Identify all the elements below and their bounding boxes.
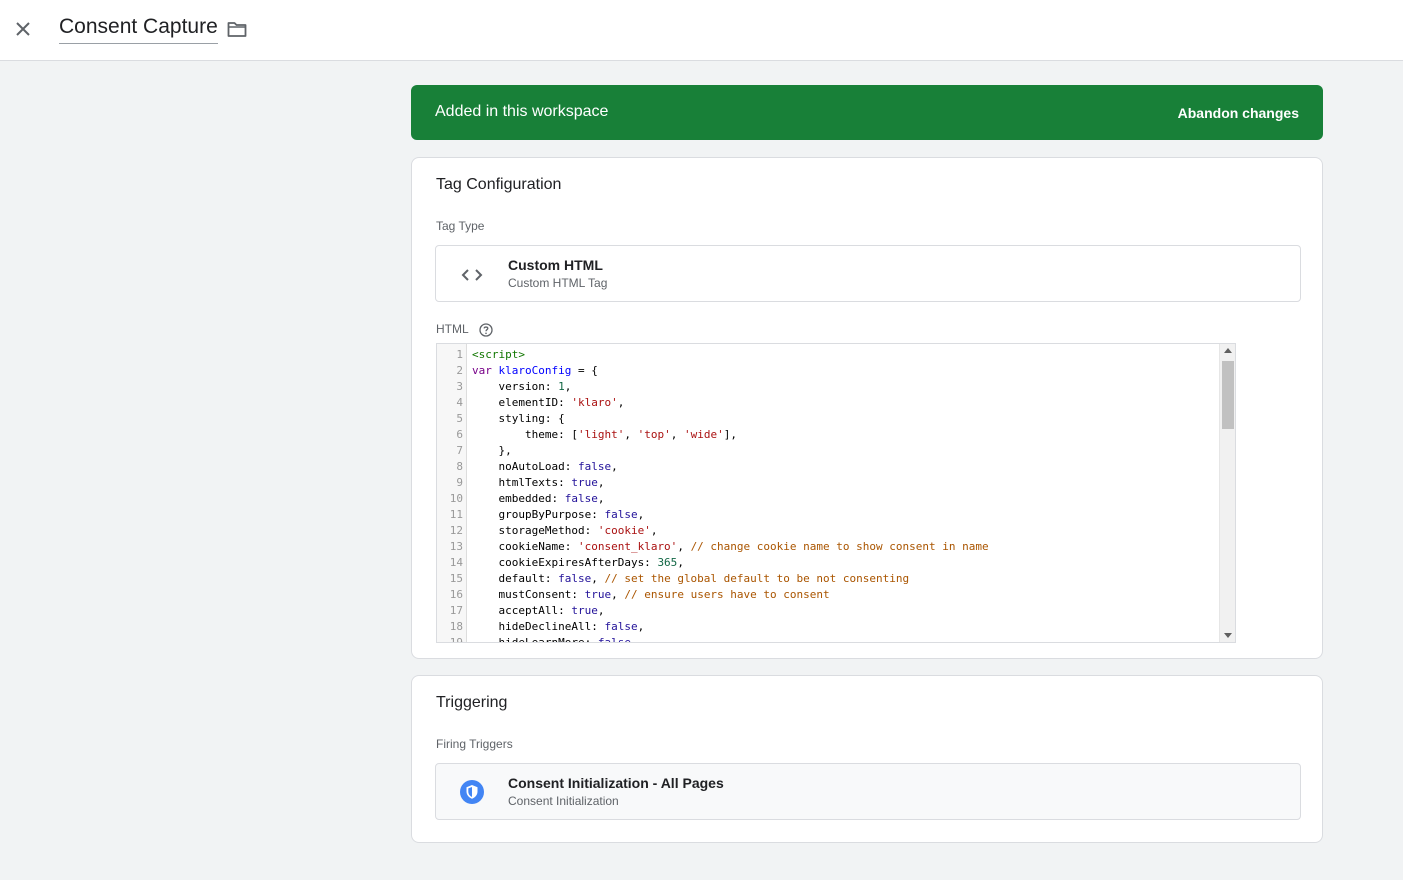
help-icon[interactable] xyxy=(479,323,493,337)
trigger-name: Consent Initialization - All Pages xyxy=(508,775,724,791)
line-number: 5 xyxy=(456,412,463,425)
line-number: 1 xyxy=(456,348,463,361)
editor-scrollbar[interactable] xyxy=(1219,344,1235,642)
code-line: groupByPurpose: false, xyxy=(472,508,645,521)
tag-type-label: Tag Type xyxy=(436,219,485,233)
shield-icon xyxy=(460,780,484,804)
trigger-subtitle: Consent Initialization xyxy=(508,794,619,808)
workspace-status-text: Added in this workspace xyxy=(435,103,609,120)
code-line: hideLearnMore: false, xyxy=(472,636,638,643)
trigger-item[interactable]: Consent Initialization - All Pages Conse… xyxy=(435,763,1301,820)
line-number: 18 xyxy=(449,620,463,633)
scroll-down-arrow-icon[interactable] xyxy=(1224,633,1232,638)
page-title[interactable]: Consent Capture xyxy=(59,15,218,44)
line-number: 11 xyxy=(449,508,463,521)
code-line: cookieExpiresAfterDays: 365, xyxy=(472,556,684,569)
code-line: }, xyxy=(472,444,512,457)
tag-type-selector[interactable]: Custom HTML Custom HTML Tag xyxy=(435,245,1301,302)
firing-triggers-label: Firing Triggers xyxy=(436,737,513,751)
line-number: 3 xyxy=(456,380,463,393)
close-icon[interactable] xyxy=(12,18,34,40)
code-line: version: 1, xyxy=(472,380,572,393)
tag-configuration-card: Tag Configuration Tag Type Custom HTML C… xyxy=(411,157,1323,659)
line-number: 4 xyxy=(456,396,463,409)
code-line: default: false, // set the global defaul… xyxy=(472,572,910,585)
scroll-up-arrow-icon[interactable] xyxy=(1224,348,1232,353)
line-number: 8 xyxy=(456,460,463,473)
html-label: HTML xyxy=(436,322,469,336)
triggering-title: Triggering xyxy=(436,694,508,711)
line-number: 6 xyxy=(456,428,463,441)
html-code-editor[interactable]: 1 2 3 4 5 6 7 8 9 10 11 12 13 14 15 16 1… xyxy=(436,343,1236,643)
workspace-status-banner: Added in this workspace Abandon changes xyxy=(411,85,1323,140)
tag-type-subtitle: Custom HTML Tag xyxy=(508,276,608,290)
tag-type-name: Custom HTML xyxy=(508,257,603,273)
line-number: 9 xyxy=(456,476,463,489)
line-number-gutter: 1 2 3 4 5 6 7 8 9 10 11 12 13 14 15 16 1… xyxy=(437,344,467,642)
abandon-changes-button[interactable]: Abandon changes xyxy=(1178,105,1299,121)
line-number: 17 xyxy=(449,604,463,617)
scroll-thumb[interactable] xyxy=(1222,361,1234,429)
code-line: acceptAll: true, xyxy=(472,604,605,617)
code-line: hideDeclineAll: false, xyxy=(472,620,645,633)
code-line: embedded: false, xyxy=(472,492,605,505)
line-number: 15 xyxy=(449,572,463,585)
code-line: <script> xyxy=(472,348,525,361)
line-number: 7 xyxy=(456,444,463,457)
line-number: 19 xyxy=(449,636,463,643)
triggering-card: Triggering Firing Triggers Consent Initi… xyxy=(411,675,1323,843)
folder-icon[interactable] xyxy=(226,18,248,40)
line-number: 13 xyxy=(449,540,463,553)
code-line: storageMethod: 'cookie', xyxy=(472,524,658,537)
code-line: htmlTexts: true, xyxy=(472,476,605,489)
code-line: var klaroConfig = { xyxy=(472,364,598,377)
line-number: 10 xyxy=(449,492,463,505)
code-line: styling: { xyxy=(472,412,565,425)
line-number: 12 xyxy=(449,524,463,537)
code-line: theme: ['light', 'top', 'wide'], xyxy=(472,428,737,441)
code-line: elementID: 'klaro', xyxy=(472,396,625,409)
code-line: cookieName: 'consent_klaro', // change c… xyxy=(472,540,989,553)
code-brackets-icon xyxy=(460,264,484,286)
tag-configuration-title: Tag Configuration xyxy=(436,176,562,193)
code-line: noAutoLoad: false, xyxy=(472,460,618,473)
line-number: 16 xyxy=(449,588,463,601)
line-number: 14 xyxy=(449,556,463,569)
code-line: mustConsent: true, // ensure users have … xyxy=(472,588,830,601)
line-number: 2 xyxy=(456,364,463,377)
top-bar: Consent Capture xyxy=(0,0,1403,61)
